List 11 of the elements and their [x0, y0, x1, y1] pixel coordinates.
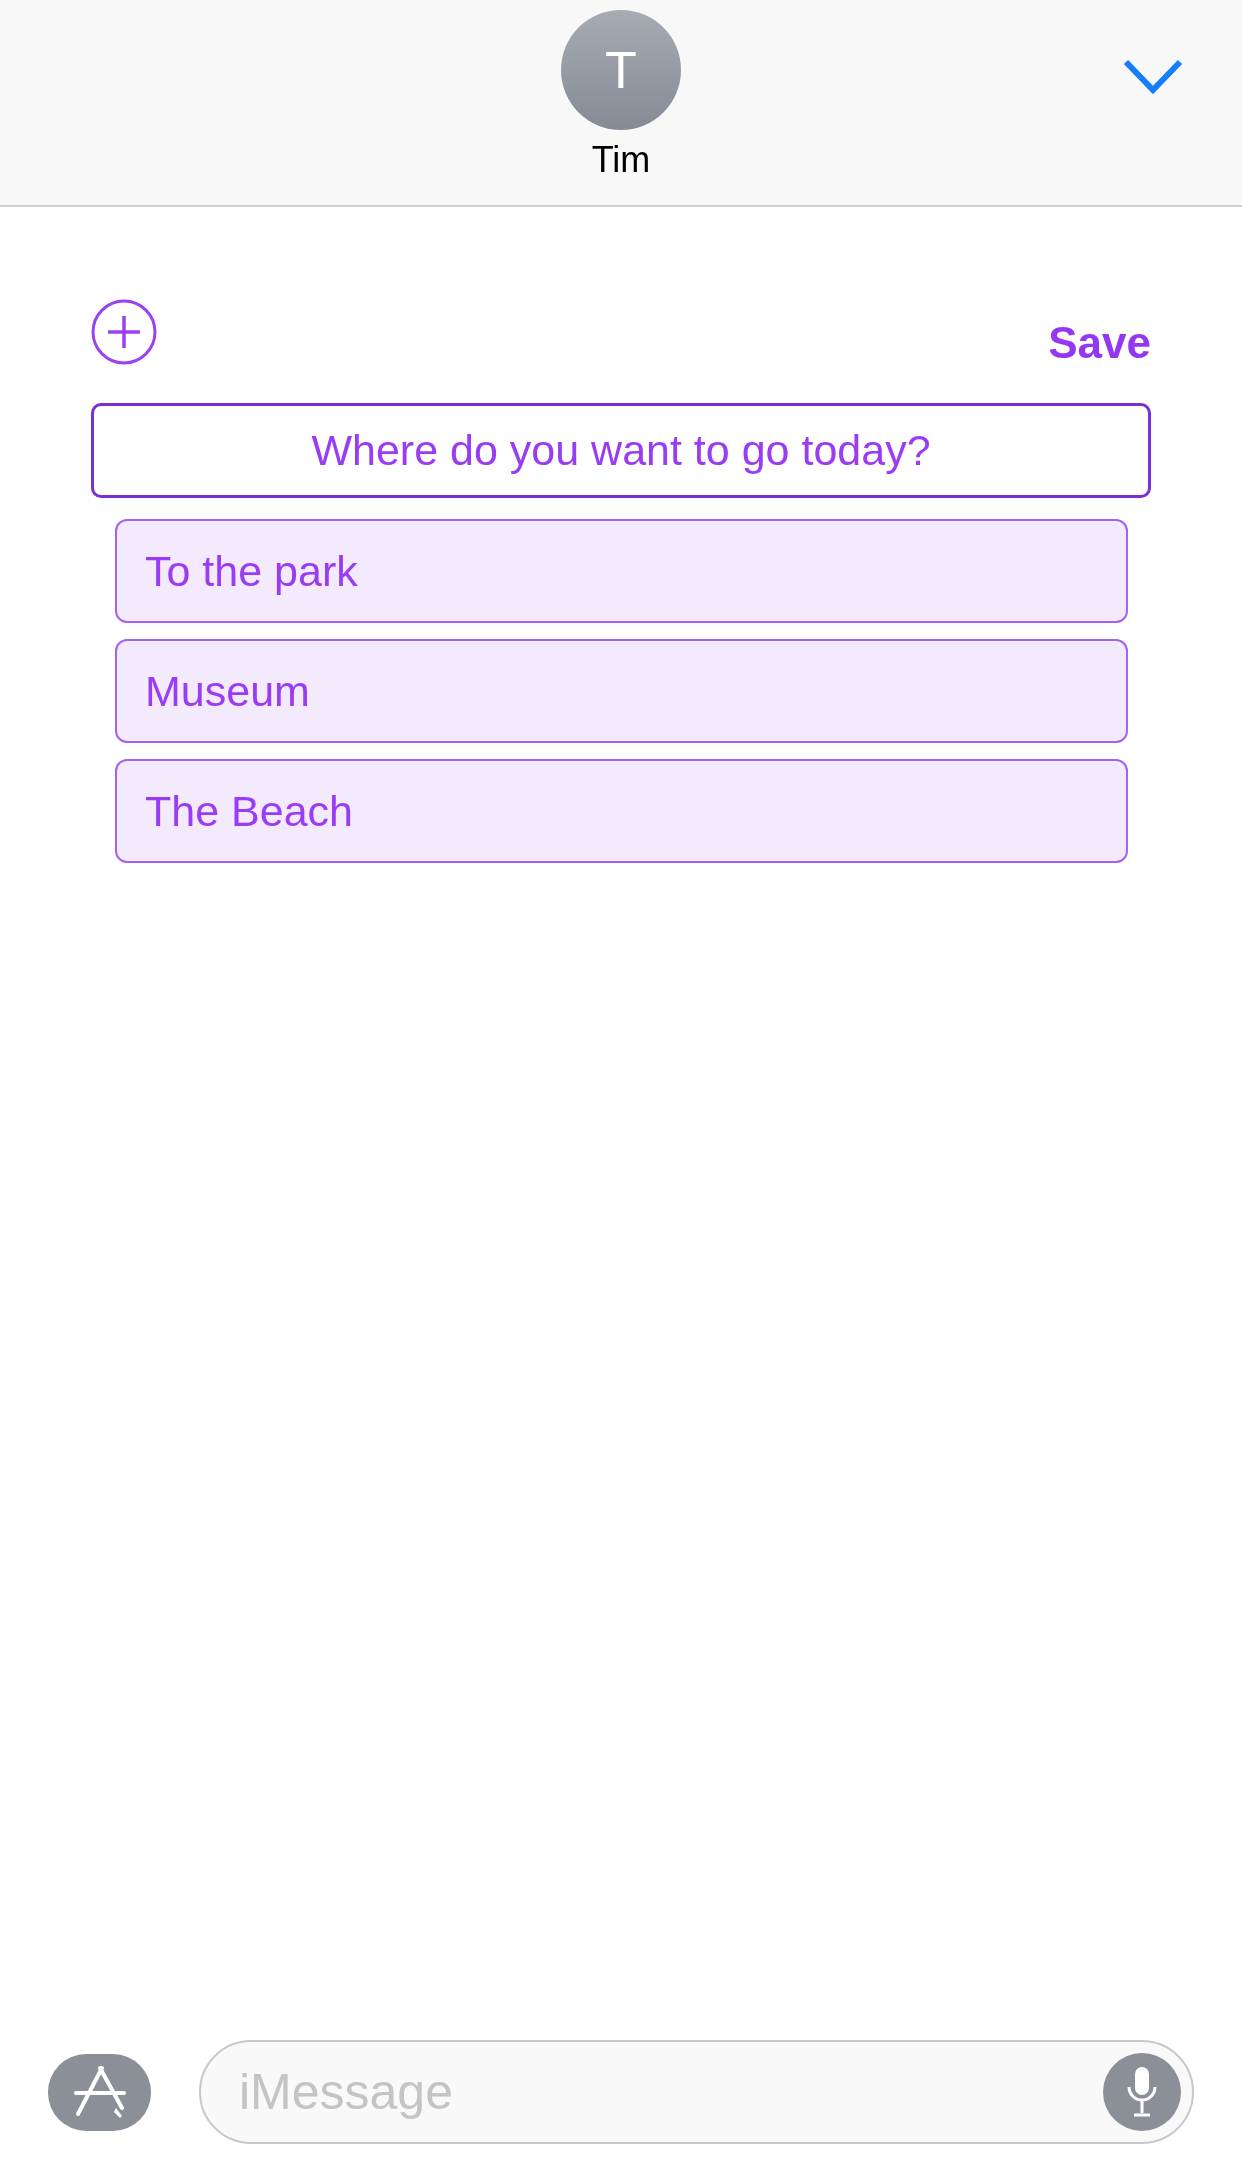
apps-icon — [71, 2064, 128, 2120]
plus-circle-icon[interactable] — [91, 299, 157, 365]
option-field[interactable]: The Beach — [115, 759, 1128, 863]
chevron-down-icon[interactable] — [1123, 59, 1183, 96]
option-field[interactable]: Museum — [115, 639, 1128, 743]
microphone-icon — [1125, 2065, 1159, 2119]
option-field[interactable]: To the park — [115, 519, 1128, 623]
contact-name[interactable]: Tim — [591, 140, 651, 180]
contact-avatar[interactable]: T — [561, 10, 681, 130]
question-field[interactable]: Where do you want to go today? — [91, 403, 1151, 498]
save-button[interactable]: Save — [1048, 319, 1151, 367]
